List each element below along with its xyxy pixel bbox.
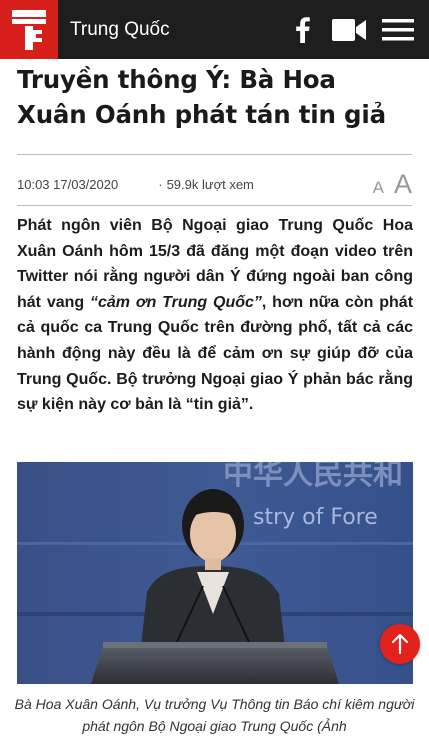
article-photo[interactable]: 中华人民共和 stry of Fore (17, 462, 413, 684)
facebook-icon[interactable] (289, 15, 317, 45)
separator-dot: · (158, 176, 163, 192)
article-title: Truyền thông Ý: Bà Hoa Xuân Oánh phát tá… (17, 65, 386, 129)
logo-icon[interactable] (0, 0, 58, 59)
arrow-up-icon (391, 634, 409, 654)
article-lead: Phát ngôn viên Bộ Ngoại giao Trung Quốc … (17, 213, 413, 418)
photo-caption: Bà Hoa Xuân Oánh, Vụ trưởng Vụ Thông tin… (14, 696, 415, 734)
lead-quote: “cảm ơn Trung Quốc” (89, 293, 262, 311)
lead-text-continued: , hơn nữa còn phát cả quốc ca Trung Quốc… (17, 293, 414, 414)
backdrop-text-en: stry of Fore (253, 505, 378, 530)
increase-font-button[interactable]: A (394, 169, 412, 200)
video-camera-icon[interactable] (331, 15, 367, 45)
scroll-to-top-button[interactable] (380, 624, 420, 664)
view-count: 59.9k lượt xem (166, 176, 254, 192)
article-meta: 10:03 17/03/2020 · 59.9k lượt xem A A (17, 169, 412, 199)
publish-datetime: 10:03 17/03/2020 (17, 176, 119, 192)
backdrop-text-cn: 中华人民共和 (223, 462, 403, 492)
top-nav-bar: Trung Quốc (0, 0, 429, 59)
hamburger-menu-icon[interactable] (381, 15, 415, 45)
section-title[interactable]: Trung Quốc (70, 19, 289, 41)
divider (17, 154, 412, 155)
divider (17, 205, 412, 206)
font-size-controls: A A (373, 169, 412, 200)
decrease-font-button[interactable]: A (373, 178, 384, 198)
